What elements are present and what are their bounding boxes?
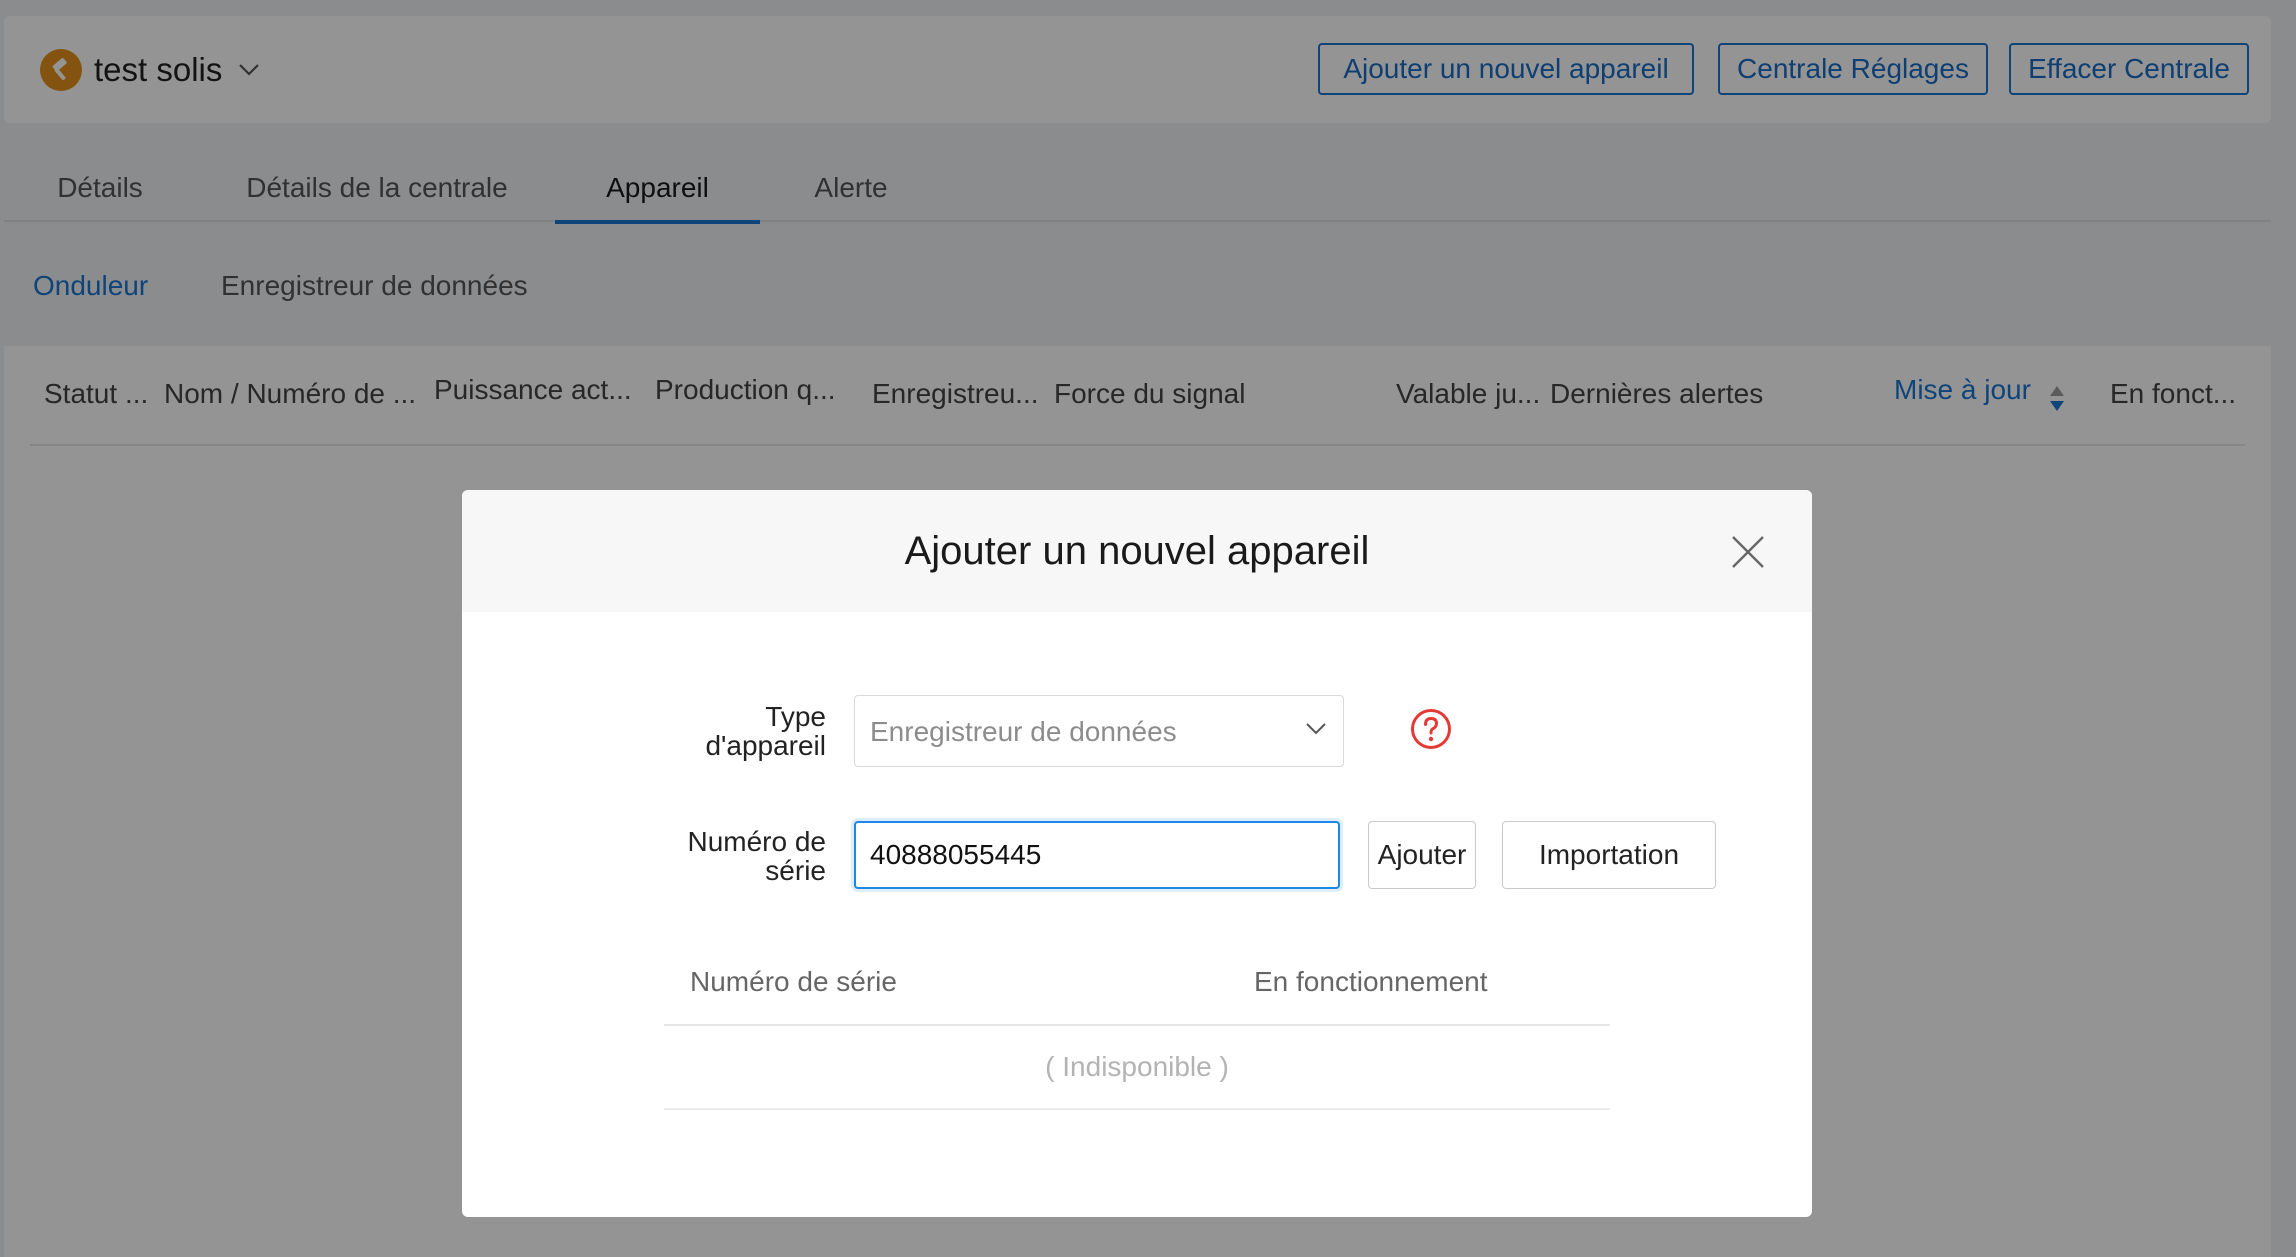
- serial-number-input[interactable]: [854, 821, 1340, 889]
- serial-number-label: Numéro de série: [687, 826, 826, 886]
- help-icon[interactable]: [1410, 708, 1452, 750]
- empty-state: ( Indisponible ): [1045, 1051, 1229, 1082]
- column-header-serial: Numéro de série: [690, 966, 897, 997]
- modal-header: Ajouter un nouvel appareil: [462, 490, 1812, 612]
- add-device-modal: Ajouter un nouvel appareil Type d'appare…: [462, 490, 1812, 1217]
- close-icon[interactable]: [1728, 532, 1768, 572]
- chevron-down-icon: [1306, 723, 1326, 735]
- device-type-select[interactable]: Enregistreur de données: [854, 695, 1344, 767]
- modal-title: Ajouter un nouvel appareil: [904, 529, 1370, 573]
- divider: [664, 1108, 1610, 1110]
- device-type-value: Enregistreur de données: [870, 716, 1177, 747]
- device-type-label: Type d'appareil: [705, 701, 826, 761]
- add-button[interactable]: Ajouter: [1368, 821, 1476, 889]
- column-header-status: En fonctionnement: [1254, 966, 1488, 997]
- import-button[interactable]: Importation: [1502, 821, 1716, 889]
